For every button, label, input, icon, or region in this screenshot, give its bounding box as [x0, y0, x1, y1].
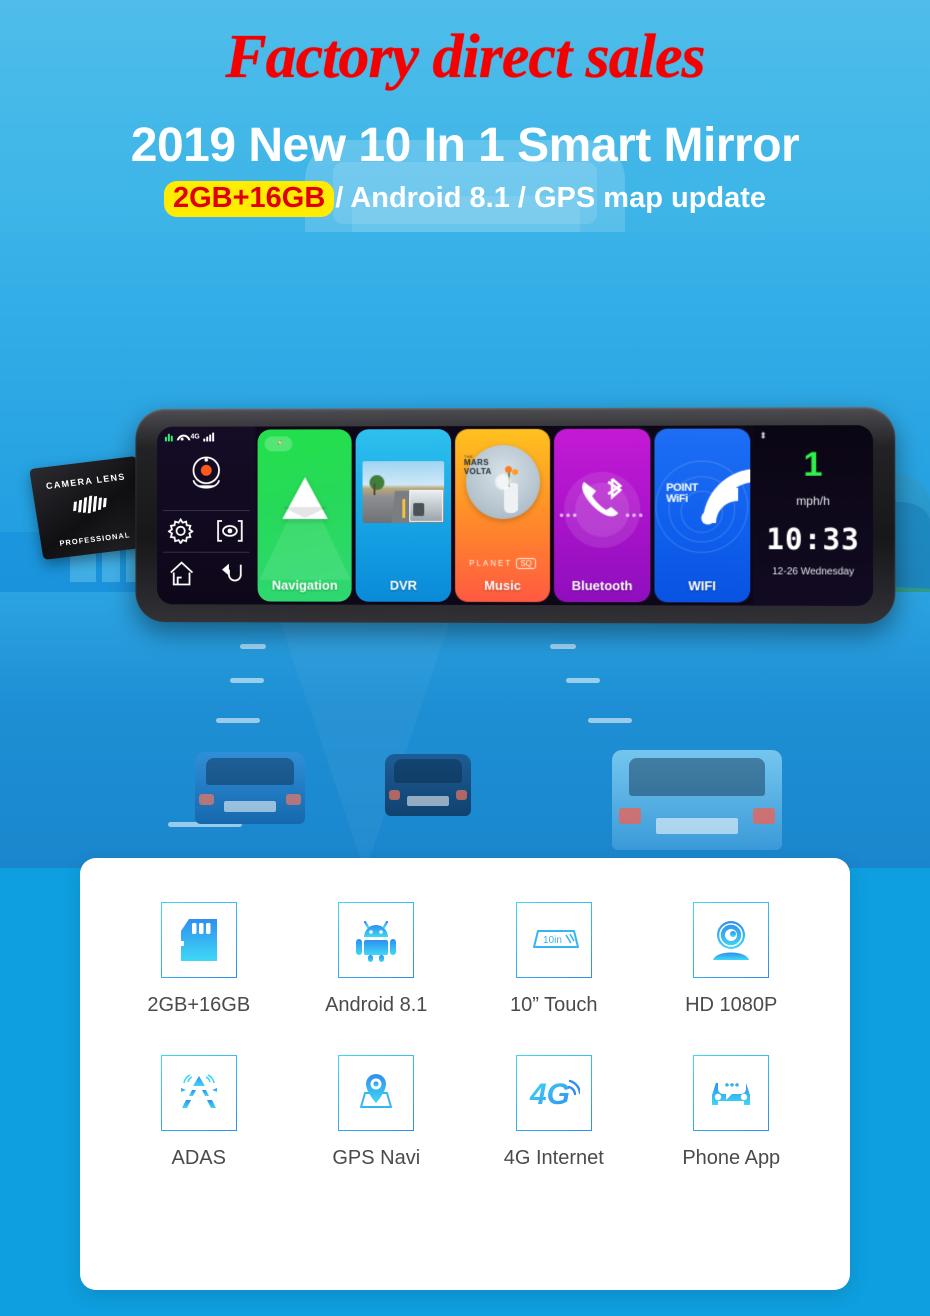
car-center-dark: [385, 754, 471, 816]
android-robot-icon: [338, 902, 415, 978]
spec-line: 2GB+16GB / Android 8.1 / GPS map update: [0, 181, 930, 217]
feature-label: GPS Navi: [332, 1147, 421, 1169]
info-panel: ⬍ 1 mph/h 10:33 12-26 Wednesday: [753, 425, 873, 606]
road-surface: [0, 592, 930, 868]
feature-label: 4G Internet: [503, 1147, 604, 1169]
app-tile-label: WIFI: [688, 578, 716, 594]
feature-item-phone-app: Phone App: [643, 1055, 821, 1170]
clock-time: 10:33: [766, 522, 860, 557]
app-tile-label: Music: [484, 577, 521, 594]
feature-card: 2GB+16GB Android 8.1 10in 10” Touch HD 1…: [80, 858, 850, 1290]
gps-pin-map-icon: [338, 1055, 415, 1131]
control-divider: [162, 510, 250, 512]
navigation-arrow-icon: [281, 477, 328, 519]
feature-item-android: Android 8.1: [288, 902, 466, 1017]
feature-item-memory: 2GB+16GB: [110, 902, 288, 1017]
control-row-middle: [157, 518, 256, 549]
wifi-brand-text: POINT WiFi: [666, 482, 698, 505]
clock-date: 12-26 Wednesday: [772, 566, 855, 578]
sd-card-icon: [160, 902, 237, 978]
spec-rest-text: / Android 8.1 / GPS map update: [335, 182, 767, 214]
feature-label: Android 8.1: [325, 994, 428, 1016]
app-tile-label: Navigation: [271, 577, 338, 593]
back-icon[interactable]: [217, 560, 245, 593]
camera-lens-card: CAMERA LENS PROFESSIONAL: [29, 455, 151, 561]
touchscreen-10in-icon: 10in: [515, 902, 592, 978]
tagline-text: Factory direct sales: [225, 23, 705, 91]
wifi-icon: [177, 433, 187, 441]
feature-item-gps: GPS Navi: [288, 1055, 466, 1170]
camera-icon[interactable]: [187, 453, 226, 500]
svg-text:10in: 10in: [543, 935, 562, 946]
app-tile-dvr[interactable]: DVR: [356, 429, 451, 602]
car-right-light: [612, 750, 782, 850]
parking-eye-icon[interactable]: [215, 519, 245, 548]
rocket-badge-icon: [264, 436, 293, 452]
lens-stripes-icon: [34, 490, 144, 520]
album-title-label: PLANET: [469, 558, 513, 569]
app-tile-bluetooth[interactable]: ••• ••• Bluetooth: [554, 428, 651, 603]
mirror-screen: 4G Navigation DVR THE MARS VOLTA PLANET …: [157, 425, 873, 606]
feature-label: 2GB+16GB: [147, 994, 251, 1016]
mirror-control-column: 4G: [157, 426, 256, 605]
car-chat-icon: [693, 1055, 770, 1131]
camera-lens-card-title: CAMERA LENS: [45, 471, 127, 492]
speed-unit: mph/h: [796, 493, 830, 508]
feature-label: Phone App: [682, 1147, 781, 1169]
speed-value: 1: [803, 445, 823, 484]
feature-item-4g: 4G 4G Internet: [465, 1055, 643, 1170]
activity-signal-icon: [164, 433, 173, 442]
settings-icon[interactable]: [168, 518, 194, 549]
4g-signal-icon: 4G: [515, 1055, 592, 1131]
wifi-brand-line2: WiFi: [666, 492, 688, 505]
bluetooth-phone-icon: [575, 475, 629, 528]
signal-bars-icon: [203, 432, 215, 442]
app-tile-label: DVR: [389, 577, 418, 593]
feature-label: ADAS: [171, 1147, 226, 1169]
status-bar: 4G: [164, 432, 215, 442]
hd-camera-icon: [693, 902, 770, 978]
feature-label: 10” Touch: [510, 994, 598, 1016]
album-title-tag: SQ: [516, 558, 536, 570]
camera-lens-card-subtitle: PROFESSIONAL: [58, 530, 131, 548]
usb-icon: ⬍: [759, 430, 767, 441]
feature-grid: 2GB+16GB Android 8.1 10in 10” Touch HD 1…: [110, 902, 820, 1170]
home-icon[interactable]: [168, 560, 196, 593]
header-banner: Factory direct sales 2019 New 10 In 1 Sm…: [0, 0, 930, 232]
control-divider: [162, 551, 250, 553]
feature-item-hd: HD 1080P: [643, 902, 821, 1017]
memory-badge: 2GB+16GB: [163, 181, 335, 217]
page-title: 2019 New 10 In 1 Smart Mirror: [130, 119, 800, 172]
app-tile-navigation[interactable]: Navigation: [257, 429, 353, 602]
album-title-text: PLANET SQ: [455, 558, 550, 570]
control-row-bottom: [157, 560, 256, 593]
network-label: 4G: [190, 433, 200, 441]
dashcam-photo-icon: [362, 461, 444, 523]
album-artist-text: THE MARS VOLTA: [463, 454, 492, 476]
feature-item-adas: ADAS: [110, 1055, 288, 1170]
app-tile-row: Navigation DVR THE MARS VOLTA PLANET SQ …: [256, 425, 754, 605]
svg-text:4G: 4G: [529, 1078, 570, 1111]
smart-mirror-device: 4G Navigation DVR THE MARS VOLTA PLANET …: [135, 407, 896, 624]
adas-lane-icon: [160, 1055, 237, 1131]
album-artist-line2: VOLTA: [463, 466, 492, 476]
feature-item-touch: 10in 10” Touch: [465, 902, 643, 1017]
app-tile-label: Bluetooth: [571, 578, 633, 594]
wifi-signal-icon: [698, 465, 751, 532]
app-tile-music[interactable]: THE MARS VOLTA PLANET SQ Music: [454, 428, 551, 603]
app-tile-wifi[interactable]: POINT WiFi WIFI: [654, 428, 751, 603]
car-left-blue: [195, 752, 305, 824]
feature-label: HD 1080P: [685, 994, 778, 1016]
